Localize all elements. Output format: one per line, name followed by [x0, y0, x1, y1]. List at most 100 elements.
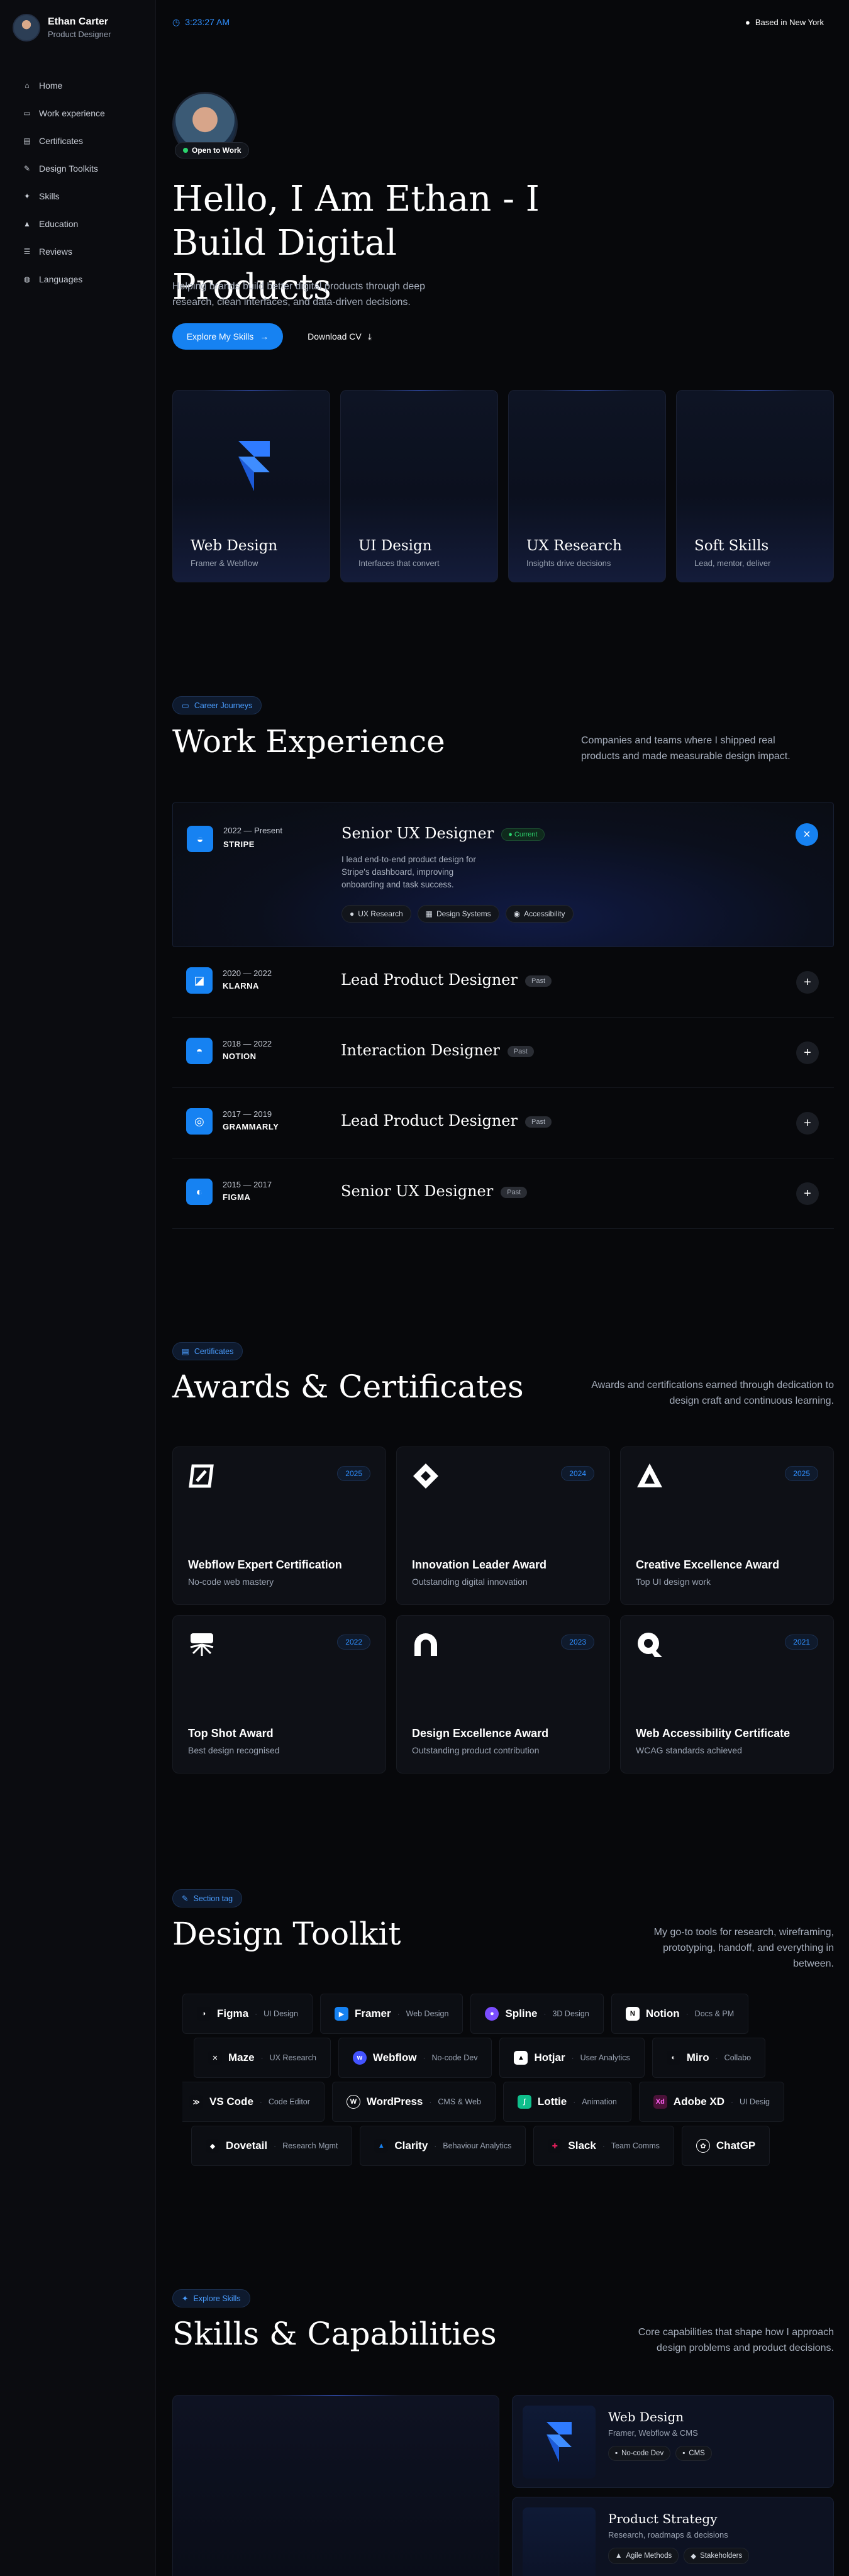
- tool-item[interactable]: ▲ Hotjar · User Analytics: [499, 2038, 645, 2078]
- tool-item[interactable]: W WordPress · CMS & Web: [331, 2082, 496, 2122]
- tool-item[interactable]: ▲ Clarity · Behaviour Analytics: [360, 2126, 526, 2166]
- tool-item[interactable]: ◐ Miro · Collabo: [652, 2038, 766, 2078]
- role-title: Lead Product Designer Past: [341, 971, 552, 989]
- clock-icon: ◷: [172, 16, 180, 27]
- tool-item[interactable]: ● Spline · 3D Design: [470, 1994, 604, 2034]
- experience-item[interactable]: ◪ 2020 — 2022 KLARNA Lead Product Design…: [172, 947, 834, 1018]
- sidebar-item-label: Design Toolkits: [39, 164, 98, 174]
- service-card-ui-design[interactable]: UI Design Interfaces that convert: [340, 390, 498, 582]
- tool-item[interactable]: ✿ ChatGP: [681, 2126, 770, 2166]
- experience-item[interactable]: ◓ 2018 — 2022 NOTION Interaction Designe…: [172, 1018, 834, 1088]
- award-card[interactable]: 2021 Web Accessibility Certificate WCAG …: [620, 1615, 834, 1774]
- section-description: Core capabilities that shape how I appro…: [638, 2327, 834, 2353]
- tool-category: Web Design: [406, 2009, 449, 2018]
- expand-button[interactable]: +: [796, 1112, 819, 1135]
- award-card[interactable]: 2025 Creative Excellence Award Top UI de…: [620, 1446, 834, 1605]
- separator: ·: [429, 2097, 432, 2106]
- award-card[interactable]: 2023 Design Excellence Award Outstanding…: [396, 1615, 610, 1774]
- tool-name: Spline: [505, 2007, 538, 2019]
- pen-icon: ✎: [182, 1894, 189, 1903]
- framer-icon: ▶: [334, 2007, 348, 2021]
- expand-button[interactable]: +: [796, 1041, 819, 1064]
- accessibility-badge-icon: [638, 1633, 662, 1657]
- award-title: Innovation Leader Award: [412, 1558, 547, 1571]
- tool-item[interactable]: ◆ Dovetail · Research Mgmt: [191, 2126, 353, 2166]
- experience-description: I lead end-to-end product design for Str…: [341, 855, 476, 889]
- award-card[interactable]: 2024 Innovation Leader Award Outstanding…: [396, 1446, 610, 1605]
- tool-item[interactable]: ▶ Framer · Web Design: [319, 1994, 463, 2034]
- tool-item[interactable]: ≫ VS Code · Code Editor: [182, 2082, 325, 2122]
- section-title: Design Toolkit: [172, 1916, 401, 1952]
- service-card-soft-skills[interactable]: Soft Skills Lead, mentor, deliver: [676, 390, 834, 582]
- download-cv-label: Download CV: [308, 331, 362, 341]
- service-card-web-design[interactable]: Web Design Framer & Webflow: [172, 390, 330, 582]
- klarna-logo-icon: ◪: [186, 967, 213, 994]
- tool-name: Clarity: [394, 2140, 428, 2151]
- sidebar-item-certificates[interactable]: ▤ Certificates: [9, 127, 147, 155]
- sidebar-item-education[interactable]: ▲ Education: [9, 210, 147, 238]
- tool-category: Team Comms: [611, 2141, 660, 2150]
- experience-item[interactable]: ◎ 2017 — 2019 GRAMMARLY Lead Product Des…: [172, 1088, 834, 1158]
- chip: ▦ Design Systems: [417, 905, 499, 923]
- sidebar-item-design-toolkits[interactable]: ✎ Design Toolkits: [9, 155, 147, 182]
- plus-icon: +: [804, 1186, 811, 1201]
- tool-item[interactable]: ✚ Slack · Team Comms: [533, 2126, 674, 2166]
- award-card[interactable]: 2022 Top Shot Award Best design recognis…: [172, 1615, 386, 1774]
- company-name: FIGMA: [223, 1192, 251, 1202]
- tool-item[interactable]: ∫ Lottie · Animation: [502, 2082, 631, 2122]
- tool-name: Dovetail: [226, 2140, 268, 2151]
- award-subtitle: No-code web mastery: [188, 1577, 274, 1587]
- status-badge: Past: [507, 1045, 534, 1057]
- expand-button[interactable]: +: [796, 971, 819, 994]
- tool-item[interactable]: w Webflow · No-code Dev: [338, 2038, 492, 2078]
- award-year: 2025: [337, 1466, 370, 1481]
- skill-card[interactable]: Web Design Framer, Webflow & CMS ▪ No-cod…: [512, 2395, 834, 2488]
- tool-name: Hotjar: [534, 2051, 565, 2063]
- tool-item[interactable]: ◑ Figma · UI Design: [182, 1994, 313, 2034]
- sidebar-item-home[interactable]: ⌂ Home: [9, 72, 147, 99]
- tool-category: Code Editor: [268, 2097, 310, 2106]
- section-title: Work Experience: [172, 723, 445, 760]
- experience-years: 2017 — 2019: [223, 1109, 272, 1119]
- status-badge: Past: [524, 975, 552, 987]
- globe-icon: ◍: [23, 275, 31, 284]
- slack-icon: ✚: [548, 2139, 562, 2153]
- chip: ▪ No-code Dev: [608, 2446, 671, 2461]
- role-title: Senior UX Designer ● Current: [341, 824, 545, 842]
- service-card-ux-research[interactable]: UX Research Insights drive decisions: [508, 390, 666, 582]
- tool-item[interactable]: ✕ Maze · UX Research: [194, 2038, 331, 2078]
- profile[interactable]: Ethan Carter Product Designer: [0, 0, 155, 55]
- chip: ▪ CMS: [675, 2446, 712, 2461]
- tool-item[interactable]: N Notion · Docs & PM: [611, 1994, 749, 2034]
- chip-label: CMS: [689, 2450, 705, 2457]
- sidebar-item-languages[interactable]: ◍ Languages: [9, 265, 147, 293]
- role-title-text: Lead Product Designer: [341, 1112, 518, 1130]
- experience-item-active[interactable]: ◒ 2022 — Present STRIPE Senior UX Design…: [172, 802, 834, 947]
- sidebar-item-work-experience[interactable]: ▭ Work experience: [9, 99, 147, 127]
- sidebar-item-skills[interactable]: ✦ Skills: [9, 182, 147, 210]
- service-title: Soft Skills: [694, 538, 769, 554]
- toolkit-tag-wrap: ✎ Section tag: [172, 1889, 243, 1907]
- skill-card[interactable]: Product Strategy Research, roadmaps & de…: [512, 2497, 834, 2576]
- experience-chips: ● UX Research ▦ Design Systems ◉ Accessibil…: [341, 905, 574, 923]
- toolkit-row: ≫ VS Code · Code Editor W WordPress · CMS & We…: [182, 2082, 834, 2122]
- expand-button[interactable]: +: [796, 1182, 819, 1205]
- clarity-icon: ▲: [374, 2139, 389, 2153]
- award-card[interactable]: 2025 Webflow Expert Certification No-cod…: [172, 1446, 386, 1605]
- hero-subtitle: Helping brands build better digital prod…: [172, 281, 426, 308]
- sidebar-item-reviews[interactable]: ☰ Reviews: [9, 238, 147, 265]
- experience-years: 2020 — 2022: [223, 969, 272, 978]
- tool-category: Behaviour Analytics: [443, 2141, 512, 2150]
- plus-icon: +: [804, 1045, 811, 1060]
- download-cv-button[interactable]: Download CV ⤓: [296, 323, 384, 350]
- framer-logo-icon: [238, 441, 270, 491]
- tool-item[interactable]: Xd Adobe XD · UI Desig: [638, 2082, 784, 2122]
- skill-chips: ▪ No-code Dev ▪ CMS: [608, 2446, 712, 2461]
- section-description: Awards and certifications earned through…: [591, 1380, 834, 1406]
- collapse-button[interactable]: ×: [796, 823, 818, 846]
- explore-skills-button[interactable]: Explore My Skills →: [172, 323, 283, 350]
- location-pin-icon: ●: [745, 17, 750, 27]
- award-subtitle: Outstanding product contribution: [412, 1745, 540, 1755]
- figma-icon: ◑: [197, 2007, 211, 2021]
- experience-item[interactable]: ◐ 2015 — 2017 FIGMA Senior UX Designer Pa…: [172, 1158, 834, 1229]
